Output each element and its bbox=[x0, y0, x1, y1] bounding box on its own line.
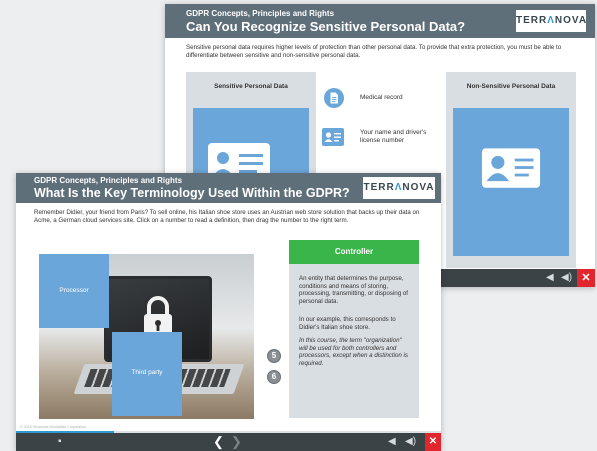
definition-panel: Controller An entity that determines the… bbox=[289, 240, 419, 418]
tile-processor[interactable]: Processor bbox=[39, 254, 109, 328]
audio-icon[interactable]: ◀) bbox=[405, 437, 416, 447]
item-label: Medical record bbox=[360, 94, 403, 101]
front-logo: TERRΛNOVA bbox=[363, 177, 435, 199]
number-label: 6 bbox=[271, 372, 277, 381]
number-marker-5[interactable]: 5 bbox=[267, 349, 281, 363]
number-marker-6[interactable]: 6 bbox=[267, 370, 281, 384]
front-footer: ▪ ❮ ❯ ◀ ◀) ✕ bbox=[16, 433, 441, 451]
front-header-title: What Is the Key Terminology Used Within … bbox=[34, 186, 350, 200]
non-sensitive-drop-zone[interactable] bbox=[453, 108, 569, 256]
close-button[interactable]: ✕ bbox=[425, 433, 441, 451]
item-medical-record[interactable]: Medical record bbox=[324, 86, 442, 110]
tile-third-party[interactable]: Third party bbox=[112, 332, 182, 416]
tile-label: Third party bbox=[131, 369, 163, 376]
definition-text: An entity that determines the purpose, c… bbox=[299, 275, 409, 305]
tile-label: Processor bbox=[59, 287, 89, 294]
number-label: 5 bbox=[271, 351, 277, 360]
id-card-icon bbox=[322, 128, 344, 146]
volume-icon[interactable]: ◀ bbox=[388, 437, 396, 447]
id-card-icon bbox=[481, 148, 541, 188]
front-header-subtitle: GDPR Concepts, Principles and Rights bbox=[34, 176, 183, 185]
back-intro-text: Sensitive personal data requires higher … bbox=[186, 44, 562, 59]
volume-icon[interactable]: ◀ bbox=[546, 273, 554, 283]
back-header-title: Can You Recognize Sensitive Personal Dat… bbox=[186, 19, 466, 34]
back-header-subtitle: GDPR Concepts, Principles and Rights bbox=[186, 9, 335, 18]
menu-icon[interactable]: ▪ bbox=[58, 437, 62, 447]
non-sensitive-column-label: Non-Sensitive Personal Data bbox=[466, 83, 556, 90]
definition-term: Controller bbox=[289, 240, 419, 264]
back-header: GDPR Concepts, Principles and Rights Can… bbox=[165, 4, 595, 38]
back-arrow-icon[interactable]: ❮ bbox=[213, 435, 224, 448]
next-arrow-icon[interactable]: ❯ bbox=[231, 435, 242, 448]
front-header: GDPR Concepts, Principles and Rights Wha… bbox=[16, 173, 441, 203]
front-intro-text: Remember Didier, your friend from Paris?… bbox=[34, 209, 420, 224]
back-logo: TERRΛNOVA bbox=[516, 10, 586, 32]
sensitive-column-label: Sensitive Personal Data bbox=[214, 83, 288, 90]
close-button[interactable]: ✕ bbox=[577, 269, 595, 287]
item-label: Your name and driver's license number bbox=[360, 129, 427, 144]
non-sensitive-column: Non-Sensitive Personal Data bbox=[446, 72, 576, 268]
laptop-scene: Processor Third party bbox=[39, 254, 254, 419]
definition-example: In our example, this corresponds to Didi… bbox=[299, 316, 396, 331]
definition-note: In this course, the term "organization" … bbox=[299, 337, 409, 367]
item-name-and-license[interactable]: Your name and driver's license number bbox=[322, 124, 442, 154]
copyright-text: © 2018 Terranova Worldwide Corporation bbox=[20, 425, 87, 429]
document-icon bbox=[324, 88, 344, 108]
audio-icon[interactable]: ◀) bbox=[561, 273, 572, 283]
front-window: GDPR Concepts, Principles and Rights Wha… bbox=[16, 173, 441, 451]
